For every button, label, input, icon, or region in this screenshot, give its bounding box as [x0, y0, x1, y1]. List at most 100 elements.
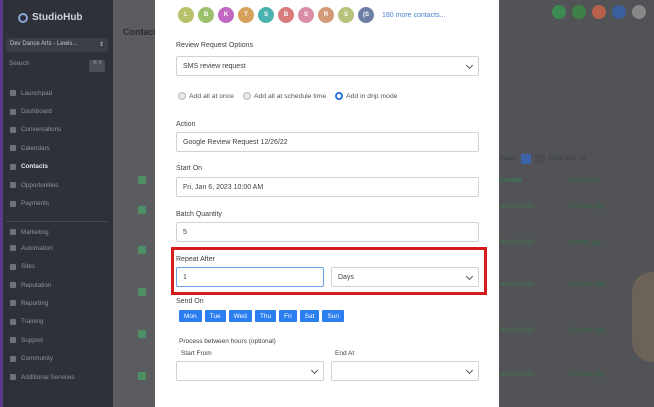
sidebar-item-conversations[interactable]: Conversations: [6, 121, 108, 139]
chat-icon: [10, 126, 16, 133]
batch-quantity-label: Batch Quantity: [176, 211, 222, 218]
process-hours-label: Process between hours (optional): [179, 338, 276, 345]
radio-schedule-time[interactable]: Add all at schedule time: [242, 92, 327, 100]
repeat-unit-select[interactable]: Days: [331, 267, 479, 287]
review-options-select[interactable]: SMS review request: [176, 56, 479, 76]
row-checkbox[interactable]: [138, 330, 146, 338]
radio-drip-mode[interactable]: Add in drip mode: [335, 92, 398, 100]
logo-icon: [18, 12, 28, 23]
sidebar-search-label: Search: [9, 60, 30, 67]
day-wed-toggle[interactable]: Wed: [228, 310, 252, 322]
sidebar-item-sites[interactable]: Sites: [6, 258, 108, 276]
table-row[interactable]: Nov 13 2021 7 months ago: [500, 282, 604, 288]
sidebar-item-label: Sites: [21, 263, 35, 271]
action-field[interactable]: Google Review Request 12/26/22: [176, 132, 479, 152]
row-checkbox[interactable]: [138, 176, 146, 184]
day-thu-toggle[interactable]: Thu: [254, 310, 277, 322]
sidebar-item-label: Contacts: [21, 163, 48, 171]
row-activity: 7 months ago: [568, 372, 605, 378]
day-sat-toggle[interactable]: Sat: [299, 310, 320, 322]
globe-icon: [10, 263, 16, 270]
account-name: Dev Dance Arts - Lewis...: [10, 41, 78, 47]
account-switcher[interactable]: Dev Dance Arts - Lewis... ⇕: [6, 38, 108, 52]
page-number-button[interactable]: [521, 154, 532, 164]
phone-icon[interactable]: [552, 5, 566, 19]
avatar: S: [338, 7, 354, 23]
row-activity: 4 weeks ago: [568, 240, 602, 246]
sidebar-item-label: Dashboard: [21, 108, 52, 116]
sidebar-accent-strip: [0, 0, 3, 407]
table-row[interactable]: Nov 13 2021 7 months ago: [500, 372, 604, 378]
row-checkbox[interactable]: [138, 246, 146, 254]
page-size[interactable]: Page Size: 20: [549, 156, 586, 162]
row-date: Nov 13 2021: [500, 328, 535, 334]
page-next-button[interactable]: [535, 154, 546, 164]
row-activity: 7 months ago: [568, 328, 605, 334]
table-row[interactable]: Nov 13 2021 7 months ago: [500, 328, 604, 334]
table-row[interactable]: Nov 13 2021 7 months ago: [500, 204, 604, 210]
day-tue-toggle[interactable]: Tue: [204, 310, 226, 322]
sidebar-item-contacts[interactable]: Contacts: [6, 158, 108, 176]
sidebar-item-additional-services[interactable]: Additional Services: [6, 368, 108, 386]
radio-label: Add all at once: [189, 92, 234, 100]
header-actions: [552, 5, 646, 19]
day-mon-toggle[interactable]: Mon: [179, 310, 202, 322]
row-checkbox[interactable]: [138, 288, 146, 296]
calendar-icon: [10, 145, 16, 152]
day-fri-toggle[interactable]: Fri: [279, 310, 297, 322]
app-logo[interactable]: StudioHub: [18, 12, 83, 23]
start-on-field[interactable]: Fri, Jan 6, 2023 10:00 AM: [176, 177, 479, 197]
start-from-select[interactable]: [176, 361, 324, 381]
sidebar-item-label: Reporting: [21, 299, 49, 307]
sidebar-item-marketing[interactable]: Marketing: [6, 220, 108, 239]
day-sun-toggle[interactable]: Sun: [322, 310, 345, 322]
sidebar-item-opportunities[interactable]: Opportunities: [6, 176, 108, 194]
table-row[interactable]: Nov 13 2021 4 weeks ago: [500, 240, 602, 246]
end-at-select[interactable]: [331, 361, 479, 381]
review-options-label: Review Request Options: [176, 42, 254, 49]
sidebar-item-community[interactable]: Community: [6, 349, 108, 367]
megaphone-icon[interactable]: [572, 5, 586, 19]
sidebar-item-payments[interactable]: Payments: [6, 194, 108, 212]
avatar: T: [238, 7, 254, 23]
sidebar-search[interactable]: Search ⌘ K: [6, 60, 108, 72]
sidebar-item-launchpad[interactable]: Launchpad: [6, 84, 108, 102]
radio-dot: [335, 92, 344, 100]
repeat-after-value: 1: [183, 273, 187, 281]
automation-icon: [10, 245, 16, 252]
row-checkbox[interactable]: [138, 206, 146, 214]
radio-label: Add all at schedule time: [253, 92, 327, 100]
sidebar-item-training[interactable]: Training: [6, 313, 108, 331]
radio-label: Add in drip mode: [346, 92, 398, 100]
repeat-unit-value: Days: [338, 273, 354, 281]
review-request-modal: L B K T S B S R S (S 180 more contacts..…: [155, 0, 499, 407]
sidebar-item-calendars[interactable]: Calendars: [6, 139, 108, 157]
help-icon[interactable]: [612, 5, 626, 19]
notification-icon[interactable]: [592, 5, 606, 19]
row-date: Nov 13 2021: [500, 204, 535, 210]
pager-label: Pages: [500, 156, 518, 162]
avatar: S: [298, 7, 314, 23]
sidebar-item-automation[interactable]: Automation: [6, 239, 108, 257]
community-icon: [10, 355, 16, 362]
row-checkbox[interactable]: [138, 372, 146, 380]
batch-quantity-value: 5: [183, 228, 187, 236]
row-activity: 7 months ago: [568, 204, 605, 210]
avatar[interactable]: [632, 5, 646, 19]
start-from-label: Start From: [181, 350, 212, 357]
help-icon: [10, 337, 16, 344]
batch-quantity-field[interactable]: 5: [176, 222, 479, 242]
sidebar-item-reputation[interactable]: Reputation: [6, 276, 108, 294]
sidebar-item-reporting[interactable]: Reporting: [6, 294, 108, 312]
review-options-value: SMS review request: [183, 62, 246, 70]
sidebar-item-label: Training: [21, 318, 44, 326]
row-date: Nov 13 2021: [500, 282, 535, 288]
more-contacts-link[interactable]: 180 more contacts...: [382, 12, 445, 19]
sidebar-item-dashboard[interactable]: Dashboard: [6, 102, 108, 120]
repeat-after-input[interactable]: 1: [176, 267, 324, 287]
sidebar-item-support[interactable]: Support: [6, 331, 108, 349]
book-icon: [10, 318, 16, 325]
contacts-icon: [10, 163, 16, 170]
start-on-value: Fri, Jan 6, 2023 10:00 AM: [183, 183, 264, 191]
radio-add-all[interactable]: Add all at once: [178, 92, 234, 100]
